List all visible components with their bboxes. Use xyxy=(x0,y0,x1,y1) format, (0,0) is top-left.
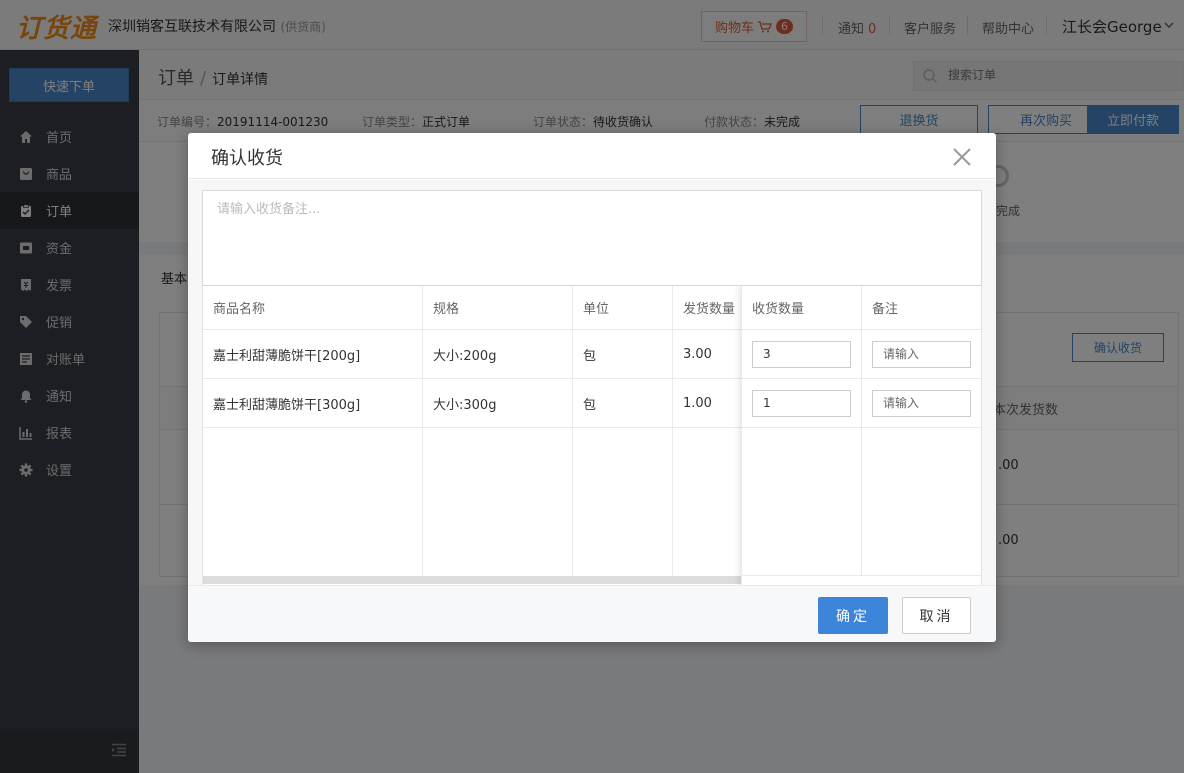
header-recv-qty: 收货数量 xyxy=(742,286,862,329)
cell-note xyxy=(862,379,981,427)
header-ship-qty: 发货数量 xyxy=(683,302,736,317)
note-input[interactable] xyxy=(872,340,971,368)
cell-product-name: 嘉士利甜薄脆饼干[200g] xyxy=(203,330,423,378)
cell-ship-qty: 3.00 xyxy=(683,346,712,362)
recv-qty-input[interactable] xyxy=(752,340,851,368)
cell-note xyxy=(862,330,981,378)
cell-unit: 包 xyxy=(573,379,673,427)
receipt-items-table: 商品名称 规格 单位 发货数量 嘉士利甜薄脆饼干[200g] 大小:200g 包… xyxy=(202,286,982,586)
header-name: 商品名称 xyxy=(203,286,423,329)
recv-qty-input[interactable] xyxy=(752,389,851,417)
table-row xyxy=(742,330,981,379)
cell-recv-qty xyxy=(742,330,862,378)
confirm-receipt-dialog: 确认收货 商品名称 规格 单位 发货数量 嘉士利甜薄脆饼干[200g] 大小:2… xyxy=(188,133,996,642)
dialog-header: 确认收货 xyxy=(188,133,996,179)
empty-cell xyxy=(742,428,862,575)
header-spec: 规格 xyxy=(423,286,573,329)
cell-spec: 大小:300g xyxy=(423,379,573,427)
dialog-footer: 确定 取消 xyxy=(188,585,996,642)
note-input[interactable] xyxy=(872,389,971,417)
cell-product-name: 嘉士利甜薄脆饼干[300g] xyxy=(203,379,423,427)
cell-recv-qty xyxy=(742,379,862,427)
confirm-button[interactable]: 确定 xyxy=(818,597,888,634)
close-icon[interactable] xyxy=(951,146,973,168)
header-unit: 单位 xyxy=(573,286,673,329)
cell-spec: 大小:200g xyxy=(423,330,573,378)
cell-unit: 包 xyxy=(573,330,673,378)
cell-ship-qty: 1.00 xyxy=(683,395,712,411)
empty-cell xyxy=(203,428,423,576)
table-empty-area xyxy=(742,428,981,576)
cancel-button[interactable]: 取消 xyxy=(902,597,971,634)
table-header: 收货数量 备注 xyxy=(742,286,981,330)
empty-cell xyxy=(423,428,573,576)
fixed-right-columns: 收货数量 备注 xyxy=(741,286,981,586)
receipt-remark-textarea[interactable] xyxy=(202,190,982,286)
dialog-title: 确认收货 xyxy=(211,148,283,169)
table-row xyxy=(742,379,981,428)
header-note: 备注 xyxy=(872,302,899,317)
empty-cell xyxy=(573,428,673,576)
dialog-body: 商品名称 规格 单位 发货数量 嘉士利甜薄脆饼干[200g] 大小:200g 包… xyxy=(188,180,996,586)
